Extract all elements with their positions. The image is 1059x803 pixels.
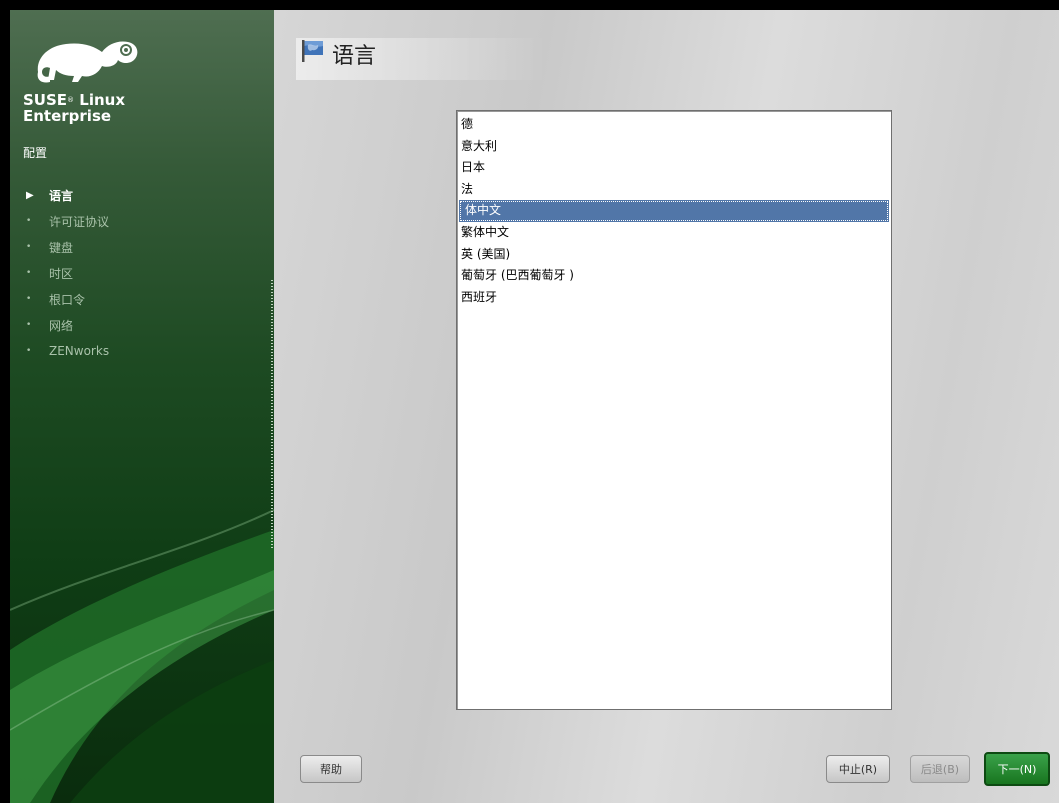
sidebar-step-label: 时区 (49, 266, 74, 281)
page-title: 语言 (332, 44, 377, 69)
abort-button[interactable]: 中止(R) (826, 755, 890, 783)
brand-enterprise: Enterprise (23, 107, 112, 125)
language-item[interactable]: 繁体中文 (459, 222, 889, 244)
language-item[interactable]: 日本 (459, 157, 889, 179)
brand-registered-mark: ® (67, 96, 75, 104)
sidebar-step-label: 语言 (49, 188, 74, 203)
language-item[interactable]: 葡萄牙 (巴西葡萄牙 ) (459, 265, 889, 287)
next-button[interactable]: 下一(N) (984, 752, 1050, 786)
language-item-selected[interactable]: 体中文 (459, 200, 889, 222)
sidebar-step-network: • 网络 (26, 312, 109, 338)
sidebar-step-timezone: • 时区 (26, 260, 109, 286)
sidebar-step-label: 网络 (49, 318, 74, 333)
back-button[interactable]: 后退(B) (910, 755, 970, 783)
main-panel: 语言 德 意大利 日本 法 体中文 繁体中文 英 (美国) 葡萄牙 (巴西葡萄牙… (274, 10, 1059, 803)
language-item[interactable]: 法 (459, 179, 889, 201)
step-bullet-icon: • (26, 320, 32, 330)
sidebar-section-title: 配置 (23, 146, 48, 160)
suse-chameleon-logo-icon (37, 41, 138, 83)
flag-icon (302, 40, 323, 62)
step-bullet-icon: • (26, 268, 32, 278)
sidebar-step-language: ▶ 语言 (26, 182, 109, 208)
language-item[interactable]: 西班牙 (459, 287, 889, 309)
sidebar: SUSE® Linux Enterprise 配置 ▶ 语言 • 许可证协议 •… (10, 10, 274, 803)
sidebar-swoosh-graphic (10, 509, 274, 803)
step-bullet-icon: • (26, 346, 32, 356)
sidebar-step-label: 许可证协议 (49, 214, 110, 229)
brand-name: SUSE® Linux Enterprise (23, 92, 125, 124)
language-item[interactable]: 德 (459, 114, 889, 136)
sidebar-step-license: • 许可证协议 (26, 208, 109, 234)
step-bullet-icon: • (26, 242, 32, 252)
step-bullet-icon: • (26, 294, 32, 304)
sidebar-step-label: 键盘 (49, 240, 74, 255)
help-button[interactable]: 帮助 (300, 755, 362, 783)
installer-screen: SUSE® Linux Enterprise 配置 ▶ 语言 • 许可证协议 •… (0, 0, 1059, 803)
language-item[interactable]: 英 (美国) (459, 244, 889, 266)
sidebar-divider-dots (271, 280, 273, 550)
sidebar-step-keyboard: • 键盘 (26, 234, 109, 260)
active-step-arrow-icon: ▶ (26, 189, 34, 201)
language-list[interactable]: 德 意大利 日本 法 体中文 繁体中文 英 (美国) 葡萄牙 (巴西葡萄牙 ) … (456, 110, 892, 710)
sidebar-step-list: ▶ 语言 • 许可证协议 • 键盘 • 时区 • 根口令 • 网络 • ZENw… (26, 182, 109, 364)
sidebar-step-root-password: • 根口令 (26, 286, 109, 312)
step-bullet-icon: • (26, 216, 32, 226)
language-item[interactable]: 意大利 (459, 136, 889, 158)
sidebar-step-zenworks: • ZENworks (26, 338, 109, 364)
sidebar-step-label: 根口令 (49, 292, 86, 307)
sidebar-step-label: ZENworks (49, 344, 110, 358)
